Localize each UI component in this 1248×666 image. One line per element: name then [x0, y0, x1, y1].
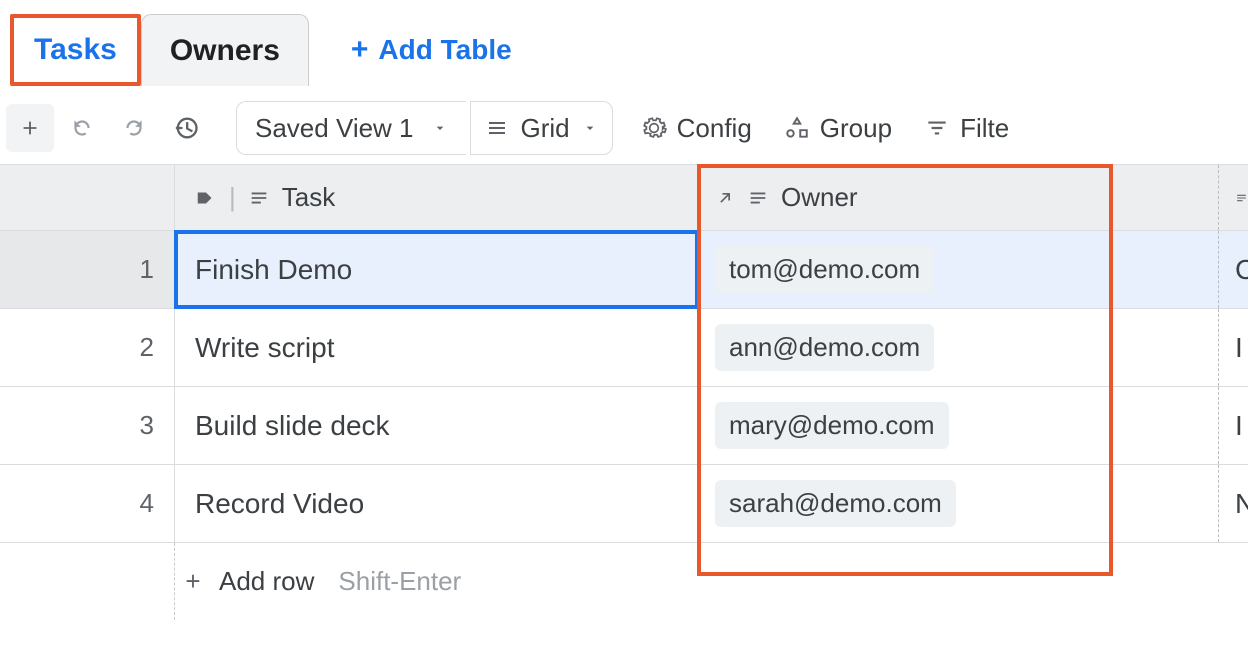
tab-tasks-label: Tasks	[34, 33, 117, 67]
owner-cell[interactable]: mary@demo.com	[699, 387, 1219, 464]
add-row-hint: Shift-Enter	[338, 566, 461, 597]
rownum-value: 2	[140, 332, 154, 363]
owner-column-label: Owner	[781, 182, 858, 213]
add-row-button[interactable]: + Add row Shift-Enter	[181, 566, 461, 597]
extra-value: C	[1235, 254, 1248, 286]
tab-owners[interactable]: Owners	[141, 14, 309, 86]
table-tabs: Tasks Owners + Add Table	[0, 0, 1248, 88]
task-column-header[interactable]: | Task	[175, 165, 699, 230]
owner-cell[interactable]: tom@demo.com	[699, 231, 1219, 308]
data-grid: | Task Owner 1 Finish Demo	[0, 164, 1248, 620]
undo-icon	[69, 115, 95, 141]
text-icon	[248, 187, 270, 209]
extra-cell[interactable]: C	[1219, 231, 1248, 308]
saved-view-dropdown[interactable]: Saved View 1	[236, 101, 466, 155]
filter-button[interactable]: Filte	[910, 101, 1023, 155]
chevron-down-icon	[582, 120, 598, 136]
owner-chip: sarah@demo.com	[715, 480, 956, 527]
rownum-cell: 3	[0, 387, 175, 464]
rownum-cell: 2	[0, 309, 175, 386]
table-row[interactable]: 3 Build slide deck mary@demo.com I	[0, 386, 1248, 464]
task-cell[interactable]: Write script	[175, 309, 699, 386]
plus-icon: +	[351, 35, 369, 65]
extra-cell[interactable]: I	[1219, 387, 1248, 464]
history-button[interactable]	[162, 104, 210, 152]
gear-icon	[641, 115, 667, 141]
task-value: Build slide deck	[195, 410, 390, 442]
extra-value: I	[1235, 332, 1243, 364]
column-icons: |	[195, 182, 270, 213]
table-row[interactable]: 2 Write script ann@demo.com I	[0, 308, 1248, 386]
redo-button[interactable]	[110, 104, 158, 152]
extra-column-header[interactable]	[1219, 165, 1248, 230]
task-column-label: Task	[282, 182, 335, 213]
task-value: Record Video	[195, 488, 364, 520]
rownum-value: 4	[140, 488, 154, 519]
add-table-button[interactable]: + Add Table	[337, 14, 526, 86]
grid-view-label: Grid	[521, 113, 570, 144]
add-row-footer[interactable]: + Add row Shift-Enter	[0, 542, 1248, 620]
group-button[interactable]: Group	[770, 101, 906, 155]
group-label: Group	[820, 113, 892, 144]
history-icon	[172, 114, 200, 142]
rownum-header	[0, 165, 175, 230]
redo-icon	[121, 115, 147, 141]
table-row[interactable]: 4 Record Video sarah@demo.com N	[0, 464, 1248, 542]
owner-chip: tom@demo.com	[715, 246, 934, 293]
extra-cell[interactable]: N	[1219, 465, 1248, 542]
extra-value: N	[1235, 488, 1248, 520]
rownum-cell: 1	[0, 231, 175, 308]
arrow-up-right-icon	[715, 188, 735, 208]
rownum-cell: 4	[0, 465, 175, 542]
text-icon	[747, 187, 769, 209]
owner-chip: mary@demo.com	[715, 402, 949, 449]
owner-cell[interactable]: sarah@demo.com	[699, 465, 1219, 542]
chevron-down-icon	[432, 120, 448, 136]
task-cell[interactable]: Build slide deck	[175, 387, 699, 464]
text-icon	[1235, 187, 1248, 209]
task-value: Write script	[195, 332, 335, 364]
saved-view-label: Saved View 1	[255, 113, 414, 144]
undo-button[interactable]	[58, 104, 106, 152]
add-row-icon-button[interactable]	[6, 104, 54, 152]
filter-label: Filte	[960, 113, 1009, 144]
owner-chip: ann@demo.com	[715, 324, 934, 371]
task-value: Finish Demo	[195, 254, 352, 286]
owner-cell[interactable]: ann@demo.com	[699, 309, 1219, 386]
table-row[interactable]: 1 Finish Demo tom@demo.com C	[0, 230, 1248, 308]
group-icon	[784, 115, 810, 141]
tab-owners-label: Owners	[170, 34, 280, 68]
config-label: Config	[677, 113, 752, 144]
grid-view-dropdown[interactable]: Grid	[470, 101, 613, 155]
rownum-value: 1	[140, 254, 154, 285]
tab-tasks[interactable]: Tasks	[10, 14, 141, 86]
rownum-value: 3	[140, 410, 154, 441]
task-cell[interactable]: Record Video	[175, 465, 699, 542]
extra-cell[interactable]: I	[1219, 309, 1248, 386]
owner-column-header[interactable]: Owner	[699, 165, 1219, 230]
config-button[interactable]: Config	[627, 101, 766, 155]
list-icon	[485, 116, 509, 140]
grid-header-row: | Task Owner	[0, 164, 1248, 230]
toolbar: Saved View 1 Grid Config Group Filte	[0, 88, 1248, 164]
tag-icon	[195, 187, 217, 209]
task-cell[interactable]: Finish Demo	[175, 231, 699, 308]
plus-icon	[19, 117, 41, 139]
add-table-label: Add Table	[378, 34, 511, 66]
column-icons	[715, 187, 769, 209]
filter-icon	[924, 115, 950, 141]
rownum-cell	[0, 543, 175, 620]
plus-icon: +	[181, 566, 205, 597]
add-row-label: Add row	[219, 566, 314, 597]
extra-value: I	[1235, 410, 1243, 442]
